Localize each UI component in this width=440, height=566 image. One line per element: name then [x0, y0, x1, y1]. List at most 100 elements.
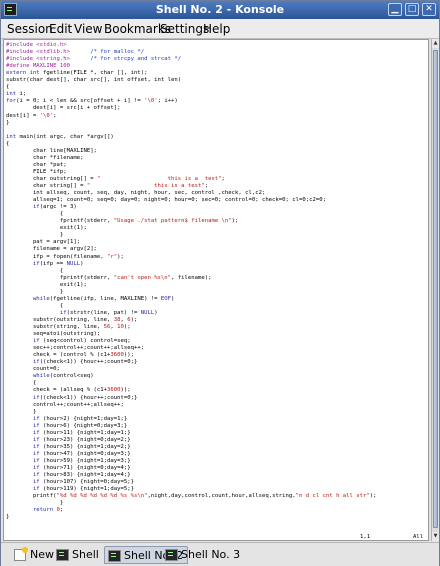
code-line: {: [6, 83, 9, 91]
menu-help[interactable]: Help: [203, 22, 230, 36]
code-token: (strstr(line, pat) !=: [66, 309, 141, 316]
scrollbar-thumb[interactable]: [433, 50, 438, 528]
tab-label: Shell: [72, 548, 99, 561]
code-token: if: [6, 422, 40, 429]
menu-edit[interactable]: Edit: [49, 22, 72, 36]
code-token: #include <stdlib.h>: [6, 49, 70, 56]
code-line: {: [6, 140, 9, 148]
code-line: if (hour>6) {night=0;day=3;}: [6, 422, 127, 430]
code-token: count=0;: [6, 366, 60, 373]
code-token: #include <stdio.h>: [6, 42, 67, 48]
code-line: if (hour>2) {night=1;day=1;}: [6, 415, 127, 423]
code-token: allseq=1; count=0; seq=0; day=0; night=0…: [6, 197, 326, 204]
code-token: {: [6, 211, 64, 218]
code-token: if: [6, 486, 40, 493]
code-token: if: [6, 450, 40, 457]
code-line: fprintf(stderr, "Usage ./stat pattern$ f…: [6, 217, 239, 225]
session-tab-bar: New▼ Shell Shell No. 2 Shell No. 3: [1, 542, 439, 566]
code-token: exit(1);: [6, 225, 87, 232]
code-token: dest[i] =: [6, 112, 40, 119]
code-token: /* for strcpy and strcat */: [70, 56, 182, 63]
code-token: (hour>107) {night=0;day=5;}: [39, 479, 134, 486]
code-token: ): [80, 260, 84, 267]
code-line: dest[i] = src[i + offset];: [6, 104, 121, 112]
close-button[interactable]: ✕: [422, 3, 436, 16]
code-line: char line[MAXLINE];: [6, 147, 97, 155]
code-line: exit(1);: [6, 281, 87, 289]
minimize-button[interactable]: ▁: [388, 3, 402, 16]
code-line: if (hour>119) {night=1;day=5;}: [6, 485, 134, 493]
code-line: int allseq, count, seq, day, night, hour…: [6, 189, 265, 197]
code-token: i;: [19, 91, 27, 98]
code-token: ;: [221, 175, 225, 182]
menu-settings[interactable]: Settings: [160, 22, 209, 36]
code-line: #include <string.h> /* for strcpy and st…: [6, 55, 181, 63]
menu-session[interactable]: Session: [7, 22, 53, 36]
code-line: if((check<1)) {hour++;count=0;}: [6, 394, 137, 402]
terminal-view[interactable]: } return 0; } printf("%d %d %d %d %d %d …: [3, 39, 429, 541]
code-token: if: [6, 338, 40, 345]
code-token: ; i++): [157, 98, 178, 105]
new-session-label: New: [30, 548, 54, 561]
code-line: if (seq<control) control=seq;: [6, 337, 131, 345]
code-token: ((check<1)) {hour++;count=0;}: [39, 359, 138, 366]
menu-view[interactable]: View: [74, 22, 102, 36]
code-line: #define MAXLINE 100: [6, 62, 70, 70]
code-line: if (hour>83) {night=1;day=4;}: [6, 471, 131, 479]
code-line: {: [6, 267, 63, 275]
terminal-icon: [165, 549, 178, 561]
code-token: /* for malloc */: [70, 49, 145, 56]
code-token: "Usage ./stat pattern$ filename \n": [113, 218, 232, 225]
code-token: ): [171, 295, 175, 302]
tab-shell-no-3[interactable]: Shell No. 3: [162, 546, 244, 564]
code-token: (seq<control) control=seq;: [39, 338, 131, 345]
tab-shell[interactable]: Shell: [53, 546, 103, 564]
new-session-icon: [14, 547, 28, 561]
code-token: (argc != 3): [39, 204, 77, 211]
code-token: }: [6, 119, 10, 126]
code-token: (ifp ==: [39, 260, 67, 267]
code-line: char string[] = " this is a test";: [6, 182, 208, 190]
code-token: if: [6, 260, 40, 267]
scroll-down-icon[interactable]: ▼: [432, 532, 439, 541]
code-token: EOF: [160, 295, 172, 302]
code-token: (hour>47) {night=0;day=3;}: [39, 450, 131, 457]
code-line: if((check<1)) {hour++;count=0;}: [6, 358, 137, 366]
code-token: {: [6, 140, 10, 147]
code-token: exit(1);: [6, 281, 87, 288]
code-line: dest[i] = '\0';: [6, 112, 57, 120]
code-token: int allseq, count, seq, day, night, hour…: [6, 190, 266, 197]
code-token: (hour>35) {night=1;day=2;}: [39, 443, 131, 450]
code-line: if (hour>11) {night=1;day=1;}: [6, 429, 131, 437]
code-token: (hour>2) {night=1;day=1;}: [39, 415, 128, 422]
code-token: if: [6, 443, 40, 450]
code-token: ((check<1)) {hour++;count=0;}: [39, 394, 138, 401]
code-line: if (hour>71) {night=0;day=4;}: [6, 464, 131, 472]
code-line: extern int fgetline(FILE *, char [], int…: [6, 69, 147, 77]
vertical-scrollbar[interactable]: ▲ ▼: [431, 39, 439, 541]
code-token: ;: [53, 112, 57, 119]
title-bar[interactable]: Shell No. 2 - Konsole ▁ □ ✕: [1, 1, 439, 19]
code-token: ;: [204, 183, 209, 189]
code-token: if: [6, 472, 40, 479]
code-token: dest[i] = src[i + offset];: [6, 105, 121, 112]
code-line: filename = argv[2];: [6, 245, 97, 253]
code-line: }: [6, 513, 9, 521]
code-line: if(argc != 3): [6, 203, 77, 211]
code-line: sec++;control++;count++;allseq++;: [6, 344, 144, 352]
code-token: printf(: [6, 493, 57, 500]
code-token: if: [6, 309, 67, 316]
code-line: {: [6, 379, 36, 387]
code-line: exit(1);: [6, 224, 87, 232]
code-token: "n d cl cnt h all str": [295, 493, 370, 500]
code-token: while: [6, 373, 50, 380]
code-line: if(ifp == NULL): [6, 260, 84, 268]
code-line: fprintf(stderr, "can't open %s\n", filen…: [6, 274, 212, 282]
scroll-up-icon[interactable]: ▲: [432, 39, 439, 48]
code-line: FILE *ifp;: [6, 168, 67, 176]
maximize-button[interactable]: □: [405, 3, 419, 16]
code-token: ;: [59, 507, 64, 514]
code-token: (fgetline(ifp, line, MAXLINE) !=: [49, 295, 161, 302]
window-title: Shell No. 2 - Konsole: [155, 3, 285, 16]
code-token: (hour>23) {night=0;day=2;}: [39, 436, 131, 443]
